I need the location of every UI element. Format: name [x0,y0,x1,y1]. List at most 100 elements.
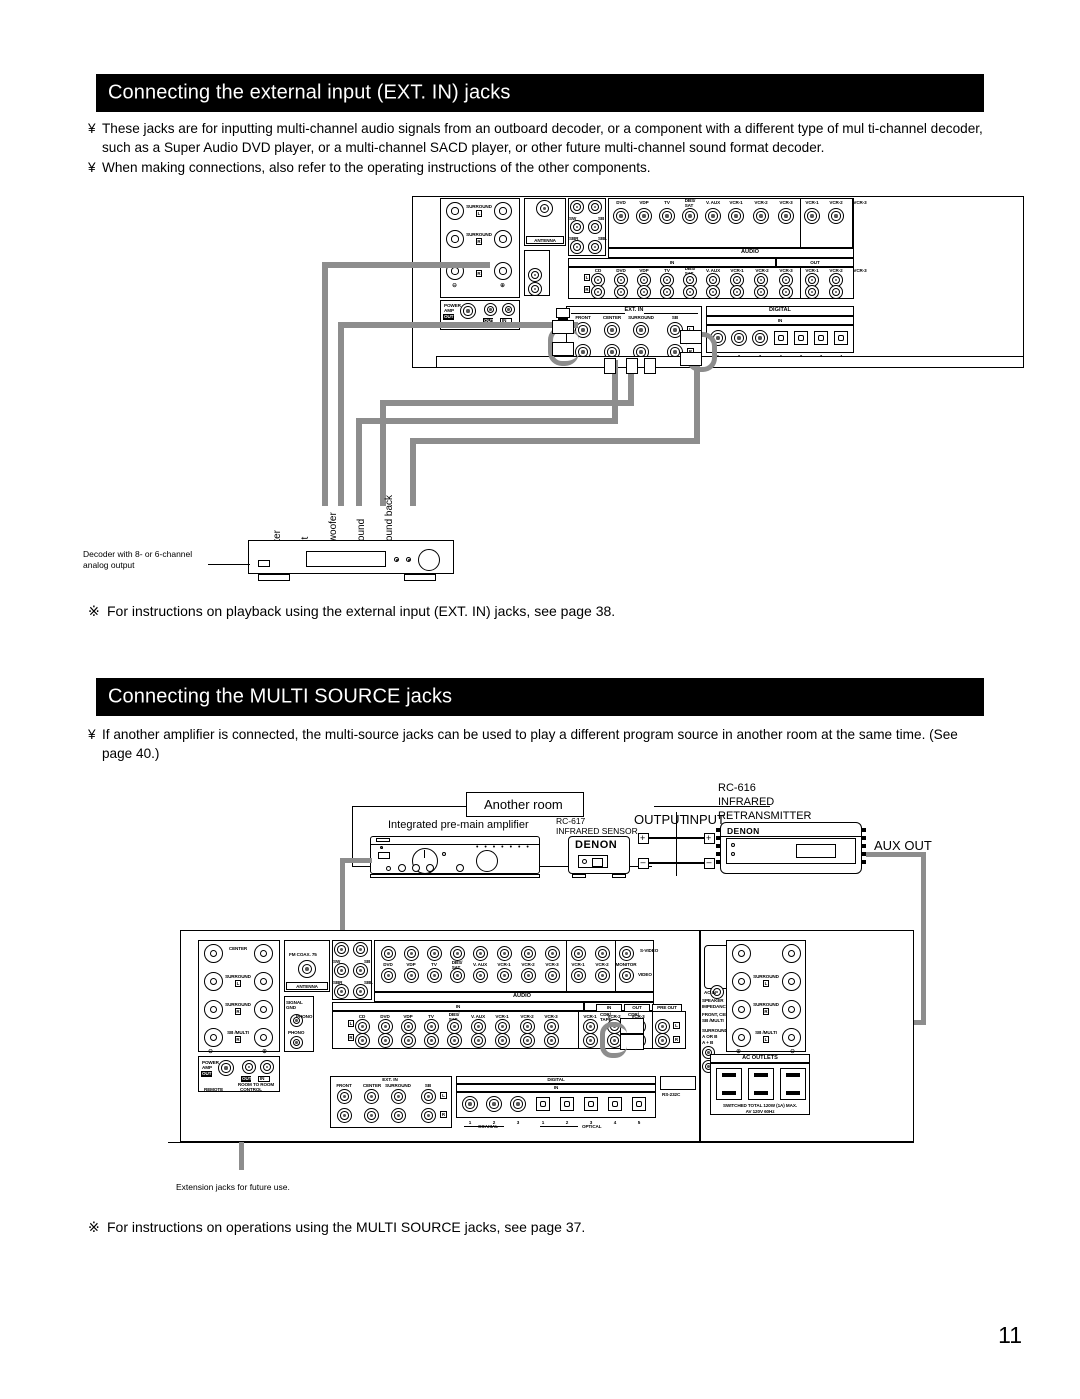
audio-jack-dbs-r[interactable] [447,1033,462,1048]
amp-button[interactable] [386,866,391,871]
audio-jack-vaux-l[interactable] [471,1019,486,1034]
speaker-post[interactable] [732,1000,751,1019]
extra-jack[interactable] [353,984,368,999]
svideo-jack[interactable] [473,946,488,961]
ext-in-jack-front-l[interactable] [337,1089,352,1104]
svideo-jack[interactable] [595,946,610,961]
svideo-jack[interactable] [450,946,465,961]
speaker-post[interactable] [732,972,751,991]
room-to-room-in-jack[interactable] [260,1060,274,1074]
room-to-room-out-jack[interactable] [242,1060,256,1074]
audio-jack-dvd-r[interactable] [378,1033,393,1048]
audio-jack-cd-l[interactable] [355,1019,370,1034]
audio-out-jack-vcr1-l[interactable] [583,1019,598,1034]
amp-button[interactable] [456,864,464,872]
speaker-post[interactable] [732,944,751,963]
speaker-post[interactable] [782,1000,801,1019]
speaker-post[interactable] [254,944,273,963]
svideo-jack[interactable] [497,946,512,961]
digital-in-label: IN [553,1085,559,1090]
speaker-post[interactable] [782,1028,801,1047]
ext-in-jack-center[interactable] [364,1089,379,1104]
preout-jack-r[interactable] [655,1033,670,1048]
preout-jack-l[interactable] [655,1019,670,1034]
video-jack[interactable] [595,968,610,983]
speaker-post[interactable] [204,944,223,963]
audio-jack-dbs-l[interactable] [447,1019,462,1034]
audio-jack-vdp-l[interactable] [401,1019,416,1034]
digital-optical-jack-1[interactable] [536,1097,550,1111]
audio-jack-tv-l[interactable] [424,1019,439,1034]
speaker-post[interactable] [732,1028,751,1047]
video-jack[interactable] [473,968,488,983]
audio-jack-vcr3-r[interactable] [544,1033,559,1048]
video-jack[interactable] [497,968,512,983]
speaker-post[interactable] [254,1000,273,1019]
digital-optical-jack-3[interactable] [584,1097,598,1111]
digital-coax-jack-1[interactable] [462,1096,478,1112]
audio-out-jack-vcr1-r[interactable] [583,1033,598,1048]
video-jack[interactable] [571,968,586,983]
amp-button[interactable] [426,864,434,872]
svideo-jack[interactable] [619,946,634,961]
audio-jack-vcr1-l[interactable] [495,1019,510,1034]
audio-jack-vdp-r[interactable] [401,1033,416,1048]
video-jack[interactable] [450,968,465,983]
speaker-post[interactable] [782,944,801,963]
extra-jack[interactable] [334,984,349,999]
svideo-jack[interactable] [571,946,586,961]
amp-button[interactable] [398,864,406,872]
fm-antenna-jack[interactable] [298,960,316,978]
power-amp-jack[interactable] [218,1060,234,1076]
digital-optical-jack-4[interactable] [608,1097,622,1111]
panel-bottom-edge [168,1142,914,1143]
speaker-label-surround-2: SURROUND [753,1002,779,1007]
digital-optical-jack-5[interactable] [632,1097,646,1111]
video-jack[interactable] [619,968,634,983]
amp-button[interactable] [412,864,420,872]
speaker-post[interactable] [254,972,273,991]
video-jack[interactable] [404,968,419,983]
ac-outlets-note2: AV 120V 60Hz [745,1109,775,1114]
audio-jack-vcr3-l[interactable] [544,1019,559,1034]
amp-indicator [442,852,446,856]
speaker-post[interactable] [254,1028,273,1047]
ext-in-jack-surround-r[interactable] [391,1108,406,1123]
svideo-jack[interactable] [427,946,442,961]
ext-in-jack-subwoofer[interactable] [364,1108,379,1123]
digital-coax-jack-2[interactable] [486,1096,502,1112]
audio-jack-vcr2-r[interactable] [520,1033,535,1048]
svideo-jack[interactable] [404,946,419,961]
svideo-jack[interactable] [521,946,536,961]
speaker-post[interactable] [204,1028,223,1047]
speaker-post[interactable] [204,972,223,991]
audio-jack-vcr2-l[interactable] [520,1019,535,1034]
ext-in-jack-surround-l[interactable] [391,1089,406,1104]
phono-jack[interactable] [290,1036,303,1049]
digital-optical-jack-2[interactable] [560,1097,574,1111]
audio-jack-dvd-l[interactable] [378,1019,393,1034]
ext-in-jack-sb-l[interactable] [421,1089,436,1104]
svideo-jack[interactable] [545,946,560,961]
sbl-jack[interactable] [353,963,368,978]
speaker-post[interactable] [204,1000,223,1019]
ext-in-jack-sb-r[interactable] [421,1108,436,1123]
svideo-jack[interactable] [381,946,396,961]
sbr-jack[interactable] [334,963,349,978]
sw-jack[interactable] [334,942,349,957]
audio-jack-vcr1-r[interactable] [495,1033,510,1048]
audio-jack-vaux-r[interactable] [471,1033,486,1048]
rs232c-port[interactable] [660,1076,696,1090]
digital-coax-jack-3[interactable] [510,1096,526,1112]
audio-jack-tv-r[interactable] [424,1033,439,1048]
retransmitter-line1: INFRARED [718,796,775,808]
speaker-post[interactable] [782,972,801,991]
video-jack[interactable] [427,968,442,983]
sb-jack[interactable] [353,942,368,957]
video-jack[interactable] [381,968,396,983]
audio-jack-cd-r[interactable] [355,1033,370,1048]
speaker-label-center: CENTER [228,946,248,951]
ext-in-jack-front-r[interactable] [337,1108,352,1123]
video-jack[interactable] [545,968,560,983]
video-jack[interactable] [521,968,536,983]
